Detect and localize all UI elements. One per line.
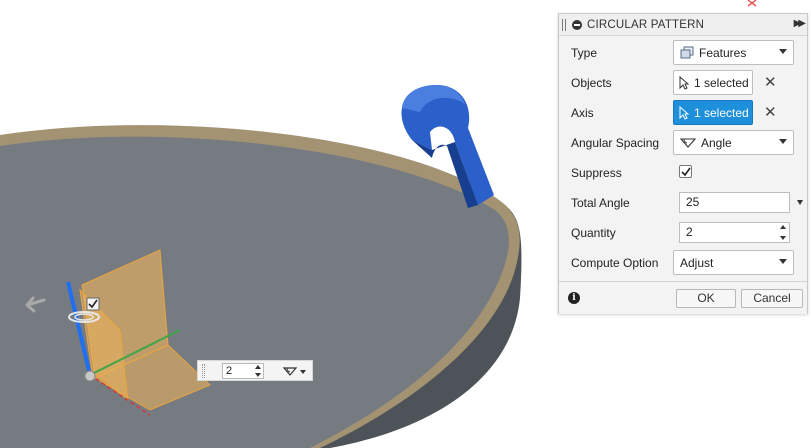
axis-row: Axis 1 selected ✕ — [559, 98, 807, 128]
manipulator-checkbox — [86, 297, 100, 311]
mini-toolbar: 2 — [197, 360, 313, 381]
close-glyph-partial — [747, 0, 757, 7]
cursor-arrow-icon — [679, 75, 689, 90]
dialog-title: CIRCULAR PATTERN — [587, 18, 705, 31]
objects-label: Objects — [571, 76, 612, 90]
type-label: Type — [571, 46, 598, 60]
circular-pattern-dialog: CIRCULAR PATTERN ▶▶ Type Features Object… — [558, 13, 808, 314]
clear-axis-icon[interactable]: ✕ — [764, 103, 777, 121]
type-row: Type Features — [559, 38, 807, 68]
chevron-down-icon — [779, 139, 787, 144]
axis-selection-button[interactable]: 1 selected — [673, 100, 753, 125]
angular-spacing-row: Angular Spacing Angle — [559, 128, 807, 158]
drag-grip-icon[interactable] — [562, 18, 570, 31]
expand-panel-icon[interactable]: ▶▶ — [794, 18, 807, 29]
chevron-down-icon — [779, 49, 787, 54]
quantity-input[interactable]: 2 — [679, 222, 790, 243]
quantity-mini-input[interactable]: 2 — [222, 363, 264, 379]
objects-selection-button[interactable]: 1 selected — [673, 70, 753, 95]
axis-origin-point — [84, 370, 96, 382]
angular-spacing-label: Angular Spacing — [571, 136, 660, 150]
total-angle-row: Total Angle 25 — [559, 188, 807, 218]
features-icon — [680, 46, 694, 58]
quantity-label: Quantity — [571, 226, 616, 240]
compute-option-select[interactable]: Adjust — [673, 250, 794, 275]
angle-icon — [282, 367, 298, 376]
quantity-mini-stepper[interactable] — [253, 365, 262, 377]
suppress-checkbox[interactable] — [679, 165, 692, 178]
total-angle-input[interactable]: 25 — [679, 192, 803, 213]
type-select[interactable]: Features — [673, 40, 794, 65]
angle-dropdown[interactable] — [282, 364, 310, 378]
clear-objects-icon[interactable]: ✕ — [764, 73, 777, 91]
angular-spacing-select[interactable]: Angle — [673, 130, 794, 155]
suppress-label: Suppress — [571, 166, 622, 180]
chevron-down-icon — [300, 370, 306, 374]
chevron-down-icon — [779, 259, 787, 264]
drag-handle[interactable] — [202, 364, 205, 378]
cursor-arrow-icon — [679, 105, 689, 120]
cancel-button[interactable]: Cancel — [741, 289, 803, 308]
checkmark-icon — [680, 167, 691, 176]
quantity-row: Quantity 2 — [559, 218, 807, 248]
axis-label: Axis — [571, 106, 594, 120]
compute-option-label: Compute Option — [571, 256, 659, 270]
suppress-row: Suppress — [559, 158, 807, 188]
chevron-down-icon[interactable] — [797, 200, 803, 205]
collapse-icon[interactable] — [572, 19, 582, 30]
compute-option-row: Compute Option Adjust — [559, 248, 807, 278]
ok-button[interactable]: OK — [676, 289, 736, 308]
info-icon[interactable]: i — [568, 292, 580, 304]
dialog-footer: i OK Cancel — [559, 281, 807, 314]
angle-icon — [680, 137, 696, 148]
quantity-stepper[interactable] — [778, 225, 787, 240]
objects-row: Objects 1 selected ✕ — [559, 68, 807, 98]
dialog-header[interactable]: CIRCULAR PATTERN ▶▶ — [559, 14, 807, 36]
total-angle-label: Total Angle — [571, 196, 630, 210]
